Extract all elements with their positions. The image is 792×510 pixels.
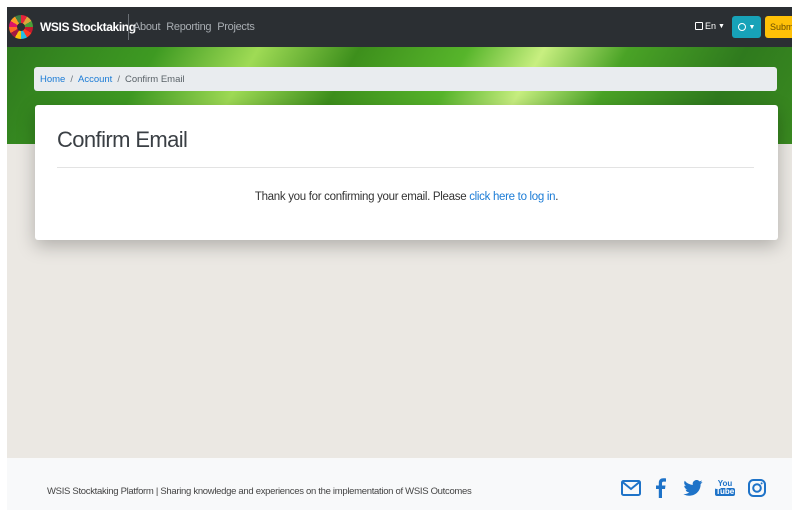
submit-button[interactable]: Submi (765, 16, 792, 38)
nav-links: About Reporting Projects (133, 21, 255, 33)
facebook-icon[interactable] (652, 477, 668, 499)
confirm-email-card: Confirm Email Thank you for confirming y… (35, 105, 778, 240)
user-icon (737, 23, 746, 31)
message-text: Thank you for confirming your email. Ple… (254, 191, 470, 203)
chevron-down-icon: ▼ (718, 22, 725, 30)
footer: WSIS Stocktaking Platform | Sharing know… (7, 458, 792, 510)
message-suffix: . (555, 191, 559, 203)
twitter-icon[interactable] (682, 477, 704, 499)
confirmation-message: Thank you for confirming your email. Ple… (35, 191, 778, 203)
breadcrumb-separator: / (117, 73, 120, 85)
brand-link[interactable]: WSIS Stocktaking (40, 20, 136, 34)
title-divider (57, 167, 754, 168)
email-icon[interactable] (620, 477, 642, 499)
breadcrumb-home-link[interactable]: Home (40, 74, 65, 85)
language-label: En (705, 21, 717, 31)
navbar-divider (128, 14, 129, 40)
language-dropdown[interactable]: En ▼ (695, 21, 725, 31)
youtube-icon[interactable]: You Tube (714, 477, 736, 499)
breadcrumb-separator: / (70, 73, 73, 85)
page: WSIS Stocktaking About Reporting Project… (7, 7, 792, 510)
user-menu-button[interactable]: ▼ (732, 16, 761, 38)
language-icon (695, 22, 703, 30)
footer-text: WSIS Stocktaking Platform | Sharing know… (47, 486, 472, 497)
login-link[interactable]: click here to log in (469, 191, 555, 203)
instagram-icon[interactable] (746, 477, 768, 499)
nav-link-about[interactable]: About (133, 21, 161, 33)
breadcrumb: Home / Account / Confirm Email (34, 67, 777, 91)
youtube-label-bottom: Tube (714, 487, 736, 496)
breadcrumb-account-link[interactable]: Account (78, 74, 112, 85)
wsis-logo-icon[interactable] (9, 15, 33, 39)
page-title: Confirm Email (57, 127, 188, 152)
top-navbar: WSIS Stocktaking About Reporting Project… (7, 7, 792, 47)
breadcrumb-current: Confirm Email (124, 73, 185, 85)
nav-link-projects[interactable]: Projects (217, 21, 255, 33)
chevron-down-icon: ▼ (748, 23, 756, 31)
nav-link-reporting[interactable]: Reporting (166, 21, 211, 33)
